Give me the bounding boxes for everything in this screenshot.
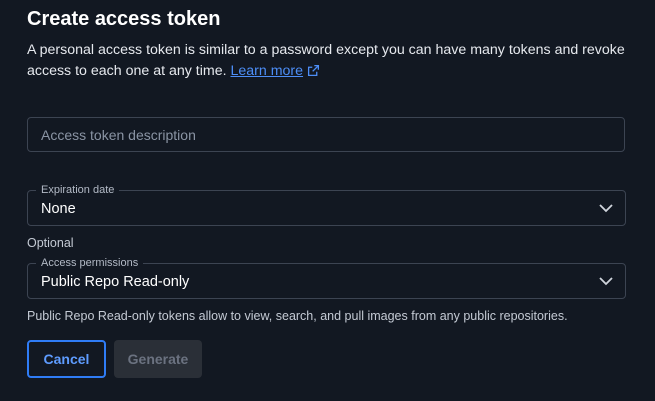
expiration-date-label: Expiration date xyxy=(36,183,120,197)
permissions-helper-text: Public Repo Read-only tokens allow to vi… xyxy=(27,309,568,323)
token-description-field[interactable] xyxy=(27,117,625,152)
generate-button[interactable]: Generate xyxy=(114,340,202,378)
token-description-input[interactable] xyxy=(28,118,624,151)
chevron-down-icon xyxy=(599,277,613,286)
cancel-button[interactable]: Cancel xyxy=(27,340,106,378)
access-permissions-value: Public Repo Read-only xyxy=(41,274,190,290)
learn-more-link[interactable]: Learn more xyxy=(230,63,320,79)
dialog-description: A personal access token is similar to a … xyxy=(27,40,637,82)
external-link-icon xyxy=(308,64,320,77)
access-permissions-select[interactable]: Access permissions Public Repo Read-only xyxy=(27,256,626,299)
description-text: A personal access token is similar to a … xyxy=(27,42,625,79)
create-access-token-dialog: Create access token A personal access to… xyxy=(0,0,655,401)
access-permissions-label: Access permissions xyxy=(36,256,144,270)
expiration-date-value: None xyxy=(41,201,76,217)
optional-label: Optional xyxy=(27,236,74,250)
dialog-title: Create access token xyxy=(27,8,221,30)
chevron-down-icon xyxy=(599,204,613,213)
learn-more-label: Learn more xyxy=(230,63,304,79)
expiration-date-select[interactable]: Expiration date None xyxy=(27,183,626,226)
